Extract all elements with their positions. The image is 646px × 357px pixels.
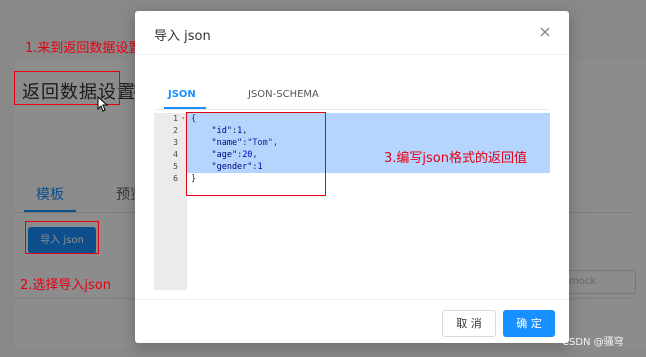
dialog-tabs: JSON JSON-SCHEMA xyxy=(154,89,550,113)
confirm-button[interactable]: 确 定 xyxy=(503,310,555,337)
tab-json-schema[interactable]: JSON-SCHEMA xyxy=(248,89,319,100)
line-number: 5 xyxy=(173,162,178,171)
annotation-step3: 3.编写json格式的返回值 xyxy=(384,151,527,166)
mouse-cursor-icon xyxy=(97,96,109,112)
line-number: 2 xyxy=(173,126,178,135)
line-number-gutter: 1 ▾ 2 3 4 5 6 xyxy=(154,113,187,290)
fold-arrow-icon[interactable]: ▾ xyxy=(181,113,185,125)
annotation-box-import xyxy=(25,221,99,254)
tab-json[interactable]: JSON xyxy=(168,89,196,100)
close-icon[interactable] xyxy=(537,24,553,40)
annotation-step1: 1.来到返回数据设置 xyxy=(25,41,142,56)
cancel-button[interactable]: 取 消 xyxy=(442,310,496,337)
tab-divider xyxy=(154,109,550,110)
watermark: CSDN @骚穹 xyxy=(562,337,624,348)
dialog-header: 导入 json xyxy=(135,11,569,55)
tab-active-indicator xyxy=(164,107,206,109)
line-number: 3 xyxy=(173,138,178,147)
dialog-footer: 取 消 确 定 xyxy=(135,299,569,343)
line-number: 6 xyxy=(173,174,178,183)
dialog-title: 导入 json xyxy=(154,29,211,44)
line-number: 4 xyxy=(173,150,178,159)
line-number: 1 xyxy=(173,114,178,123)
annotation-box-editor xyxy=(186,112,326,196)
annotation-step2: 2.选择导入json xyxy=(20,278,111,293)
